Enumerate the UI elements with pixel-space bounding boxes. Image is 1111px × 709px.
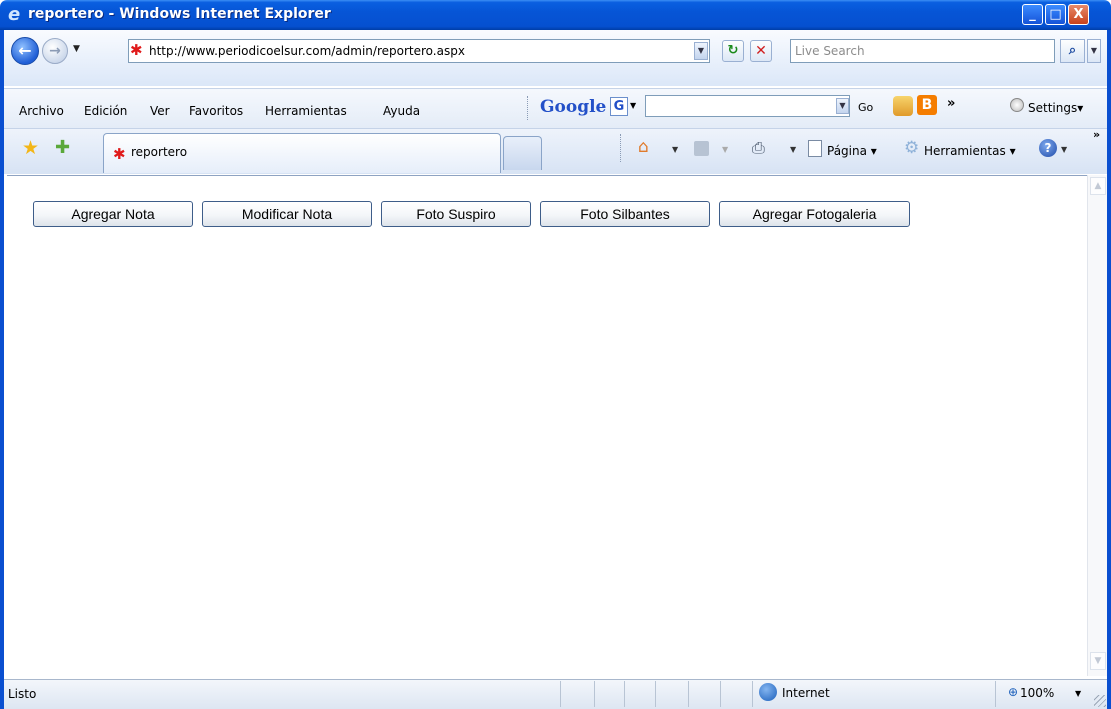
feeds-icon[interactable]: [694, 141, 709, 156]
feeds-dropdown-icon[interactable]: ▼: [722, 145, 728, 154]
scroll-down-icon[interactable]: ▼: [1090, 652, 1106, 670]
google-g-dropdown-icon[interactable]: ▼: [630, 101, 636, 110]
foto-silbantes-button[interactable]: Foto Silbantes: [540, 201, 710, 227]
zoom-icon[interactable]: ⊕: [1008, 685, 1018, 699]
print-dropdown-icon[interactable]: ▼: [790, 145, 796, 154]
forward-arrow-icon[interactable]: →: [42, 38, 68, 64]
google-search-input[interactable]: [645, 95, 850, 117]
agregar-fotogaleria-button[interactable]: Agregar Fotogaleria: [719, 201, 910, 227]
toolbar-separator: [527, 96, 530, 120]
vertical-scrollbar[interactable]: [1087, 175, 1107, 676]
settings-icon[interactable]: [1010, 98, 1024, 112]
page-menu-button[interactable]: Página ▾: [827, 144, 877, 158]
google-go-button[interactable]: Go: [858, 101, 873, 114]
modificar-nota-button[interactable]: Modificar Nota: [202, 201, 372, 227]
ie-logo-icon: e: [8, 4, 21, 25]
favorites-star-icon[interactable]: ★: [22, 137, 39, 159]
tools-menu-button[interactable]: Herramientas ▾: [924, 144, 1016, 158]
google-toolbar-logo[interactable]: Google: [540, 97, 606, 117]
security-zone-label[interactable]: Internet: [782, 686, 830, 700]
menu-ver[interactable]: Ver: [150, 104, 170, 118]
blogger-icon[interactable]: B: [917, 95, 937, 115]
status-divider: [624, 681, 625, 707]
status-divider: [995, 681, 996, 707]
menu-herramientas[interactable]: Herramientas: [265, 104, 347, 118]
agregar-nota-button[interactable]: Agregar Nota: [33, 201, 193, 227]
search-options-dropdown-icon[interactable]: ▼: [1087, 39, 1101, 63]
search-icon[interactable]: ⌕: [1060, 39, 1085, 63]
history-dropdown-icon[interactable]: ▼: [73, 44, 80, 54]
status-divider: [655, 681, 656, 707]
maximize-button[interactable]: □: [1045, 4, 1066, 25]
home-icon[interactable]: ⌂: [638, 137, 649, 157]
window-frame-right: [1107, 30, 1111, 709]
zoom-dropdown-icon[interactable]: ▼: [1075, 689, 1081, 698]
add-favorites-icon[interactable]: ✚: [55, 137, 70, 158]
tools-gear-icon: ⚙: [904, 138, 920, 158]
back-arrow-icon[interactable]: ←: [11, 37, 39, 65]
address-input[interactable]: http://www.periodicoelsur.com/admin/repo…: [149, 44, 465, 58]
foto-suspiro-button[interactable]: Foto Suspiro: [381, 201, 531, 227]
status-divider: [752, 681, 753, 707]
refresh-icon[interactable]: ↻: [722, 40, 744, 62]
minimize-button[interactable]: _: [1022, 4, 1043, 25]
site-favicon-icon: ✱: [130, 41, 143, 59]
site-favicon-icon: ✱: [113, 145, 126, 163]
stop-icon[interactable]: ✕: [750, 40, 772, 62]
menu-favoritos[interactable]: Favoritos: [189, 104, 243, 118]
status-divider: [594, 681, 595, 707]
toolbar-bookmark-icon[interactable]: [893, 96, 913, 116]
toolbar-separator: [620, 134, 623, 162]
status-divider: [688, 681, 689, 707]
tools-menu-label: Herramientas: [924, 144, 1006, 158]
menu-ayuda[interactable]: Ayuda: [383, 104, 420, 118]
page-icon: [808, 140, 822, 157]
home-dropdown-icon[interactable]: ▼: [672, 145, 678, 154]
google-g-icon[interactable]: G: [610, 97, 628, 116]
command-bar-more-chevron-icon[interactable]: »: [1093, 128, 1100, 141]
status-divider: [720, 681, 721, 707]
help-dropdown-icon[interactable]: ▼: [1061, 145, 1067, 154]
page-content: [7, 175, 1087, 676]
status-text: Listo: [8, 687, 37, 701]
new-tab-button[interactable]: [503, 136, 542, 170]
zoom-level[interactable]: 100%: [1020, 686, 1054, 700]
search-input[interactable]: Live Search: [795, 44, 865, 58]
window-title: reportero - Windows Internet Explorer: [28, 6, 331, 22]
settings-button[interactable]: Settings▾: [1028, 101, 1083, 115]
help-icon[interactable]: ?: [1039, 139, 1057, 157]
scroll-up-icon[interactable]: ▲: [1090, 177, 1106, 195]
resize-grip-icon[interactable]: [1094, 695, 1106, 707]
address-dropdown-icon[interactable]: ▼: [694, 42, 708, 60]
status-divider: [560, 681, 561, 707]
status-bar: [4, 679, 1107, 709]
menu-archivo[interactable]: Archivo: [19, 104, 64, 118]
toolbar-more-chevron-icon[interactable]: »: [947, 96, 955, 111]
menu-edicion[interactable]: Edición: [84, 104, 127, 118]
print-icon[interactable]: ⎙: [752, 138, 765, 158]
internet-globe-icon[interactable]: [759, 683, 777, 701]
page-menu-label: Página: [827, 144, 867, 158]
close-button[interactable]: X: [1068, 4, 1089, 25]
google-search-dropdown-icon[interactable]: ▼: [836, 98, 849, 114]
tab-label[interactable]: reportero: [131, 145, 187, 159]
